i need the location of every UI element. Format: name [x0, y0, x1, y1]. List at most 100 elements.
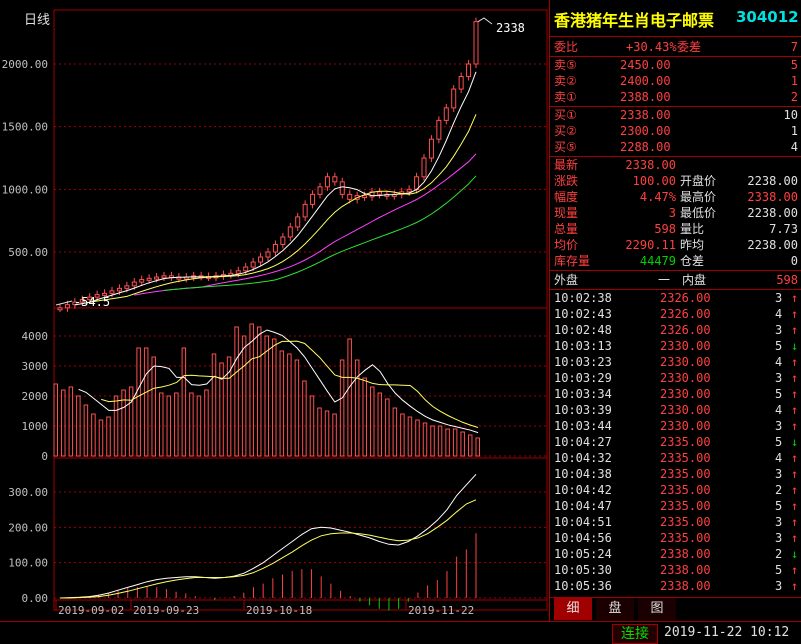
trade-volume: 3	[775, 291, 783, 305]
trade-price: 2338.00	[660, 579, 711, 593]
trade-direction-icon: ↑	[791, 499, 799, 513]
trade-volume: 4	[775, 307, 783, 321]
candle-body	[131, 281, 137, 287]
volume-bar	[377, 392, 383, 457]
instrument-name: 香港猪年生肖电子邮票	[554, 11, 715, 30]
bid-price: 2288.00	[620, 140, 671, 154]
trade-time: 10:03:29	[554, 371, 612, 385]
ask-row: 卖② 2400.00 1	[550, 73, 801, 89]
trade-volume: 3	[775, 419, 783, 433]
bid-price: 2338.00	[620, 108, 671, 122]
stat-value: 4.47%	[639, 190, 676, 204]
volume-bar	[385, 398, 390, 457]
candle-body	[235, 270, 241, 274]
stat-value-2: 0	[790, 254, 798, 268]
trade-row: 10:04:42 2335.00 2 ↑	[550, 482, 801, 498]
trade-price: 2330.00	[660, 419, 711, 433]
trade-direction-icon: ↑	[791, 387, 799, 401]
bid-price: 2300.00	[620, 124, 671, 138]
inner-label: 内盘	[682, 273, 707, 287]
status-datetime: 2019-11-22 10:12	[664, 625, 790, 640]
volume-axis-label: 3000	[22, 360, 49, 373]
kline-chart-area[interactable]: 2000.00 1500.00 1000.00 500.00 2338 -54.5 4000…	[0, 0, 549, 621]
trade-row: 10:05:36 2338.00 3 ↑	[550, 578, 801, 594]
instrument-code: 304012	[736, 8, 799, 26]
trade-price: 2335.00	[660, 467, 711, 481]
stat-label-2: 仓差	[680, 254, 705, 268]
volume-bar	[204, 389, 209, 457]
volume-bar	[302, 380, 307, 457]
stat-value-2: 2238.00	[747, 238, 798, 252]
stat-value-2: 2238.00	[747, 174, 798, 188]
volume-bar	[370, 386, 375, 457]
ask-volume: 1	[790, 74, 798, 88]
panel-tab[interactable]: 盘	[596, 598, 634, 620]
trade-time: 10:02:48	[554, 323, 612, 337]
volume-bar	[475, 437, 480, 457]
volume-bar	[249, 323, 254, 457]
trade-price: 2335.00	[660, 451, 711, 465]
volume-bar	[400, 413, 405, 457]
trade-volume: 3	[775, 531, 783, 545]
volume-bar	[181, 347, 187, 457]
trade-time: 10:05:24	[554, 547, 612, 561]
volume-axis-label: 2000	[22, 390, 49, 403]
trade-direction-icon: ↑	[791, 579, 799, 593]
candle-body	[265, 251, 271, 258]
trade-price: 2338.00	[660, 563, 711, 577]
stat-row: 均价 2290.11 昨均 2238.00	[550, 237, 801, 253]
candle-body	[258, 256, 264, 263]
volume-ma5-line	[78, 329, 479, 434]
stat-label-2: 最高价	[680, 190, 717, 204]
bid-label: 买②	[554, 124, 577, 138]
volume-bar	[83, 404, 89, 457]
candle-body	[332, 176, 338, 183]
trade-row: 10:04:51 2335.00 3 ↑	[550, 514, 801, 530]
quote-panel: 香港猪年生肖电子邮票 304012 委比 +30.43% 委差 7 外盘 一 内…	[549, 0, 801, 621]
stat-value: 598	[654, 222, 676, 236]
candle-body	[376, 191, 382, 195]
kline-chart[interactable]: 2000.00 1500.00 1000.00 500.00 2338 -54.5 4000…	[0, 0, 549, 621]
volume-bar	[106, 416, 111, 457]
trade-volume: 4	[775, 451, 783, 465]
candle-body	[310, 193, 316, 205]
trade-row: 10:04:47 2335.00 5 ↑	[550, 498, 801, 514]
trade-volume: 5	[775, 339, 783, 353]
trade-direction-icon: ↑	[791, 371, 799, 385]
stat-label: 最新	[554, 158, 579, 172]
candle-body	[64, 304, 70, 309]
panel-tab[interactable]: 图	[638, 598, 676, 620]
volume-bar	[452, 428, 458, 457]
trade-row: 10:05:30 2338.00 5 ↑	[550, 562, 801, 578]
trade-price: 2330.00	[660, 355, 711, 369]
indicator-axis-label: 100.00	[8, 557, 48, 570]
connect-indicator[interactable]: 连接	[612, 624, 658, 644]
bid-label: 买①	[554, 108, 577, 122]
candle-body	[116, 287, 122, 292]
min-price-label: -54.5	[74, 295, 110, 309]
volume-bar	[324, 410, 330, 457]
outer-label: 外盘	[554, 273, 579, 287]
trade-price: 2326.00	[660, 291, 711, 305]
volume-bar	[430, 425, 435, 457]
trade-row: 10:03:23 2330.00 4 ↑	[550, 354, 801, 370]
trade-volume: 5	[775, 387, 783, 401]
date-axis-label: 2019-09-23	[133, 604, 199, 617]
candle-body	[466, 63, 472, 78]
date-axis-label: 2019-10-18	[246, 604, 312, 617]
volume-axis-label: 1000	[22, 420, 49, 433]
ask-volume: 2	[790, 90, 798, 104]
volume-bar	[445, 428, 450, 457]
bid-row: 买① 2338.00 10	[550, 107, 801, 123]
panel-tab[interactable]: 细	[554, 598, 592, 620]
trade-direction-icon: ↑	[791, 307, 799, 321]
ask-price: 2450.00	[620, 58, 671, 72]
volume-bar	[256, 326, 262, 457]
trade-price: 2326.00	[660, 323, 711, 337]
trade-volume: 3	[775, 371, 783, 385]
volume-bar	[332, 413, 337, 457]
candle-body	[272, 243, 278, 253]
volume-bar	[272, 338, 277, 457]
trade-price: 2330.00	[660, 339, 711, 353]
stat-row: 现量 3 最低价 2238.00	[550, 205, 801, 221]
